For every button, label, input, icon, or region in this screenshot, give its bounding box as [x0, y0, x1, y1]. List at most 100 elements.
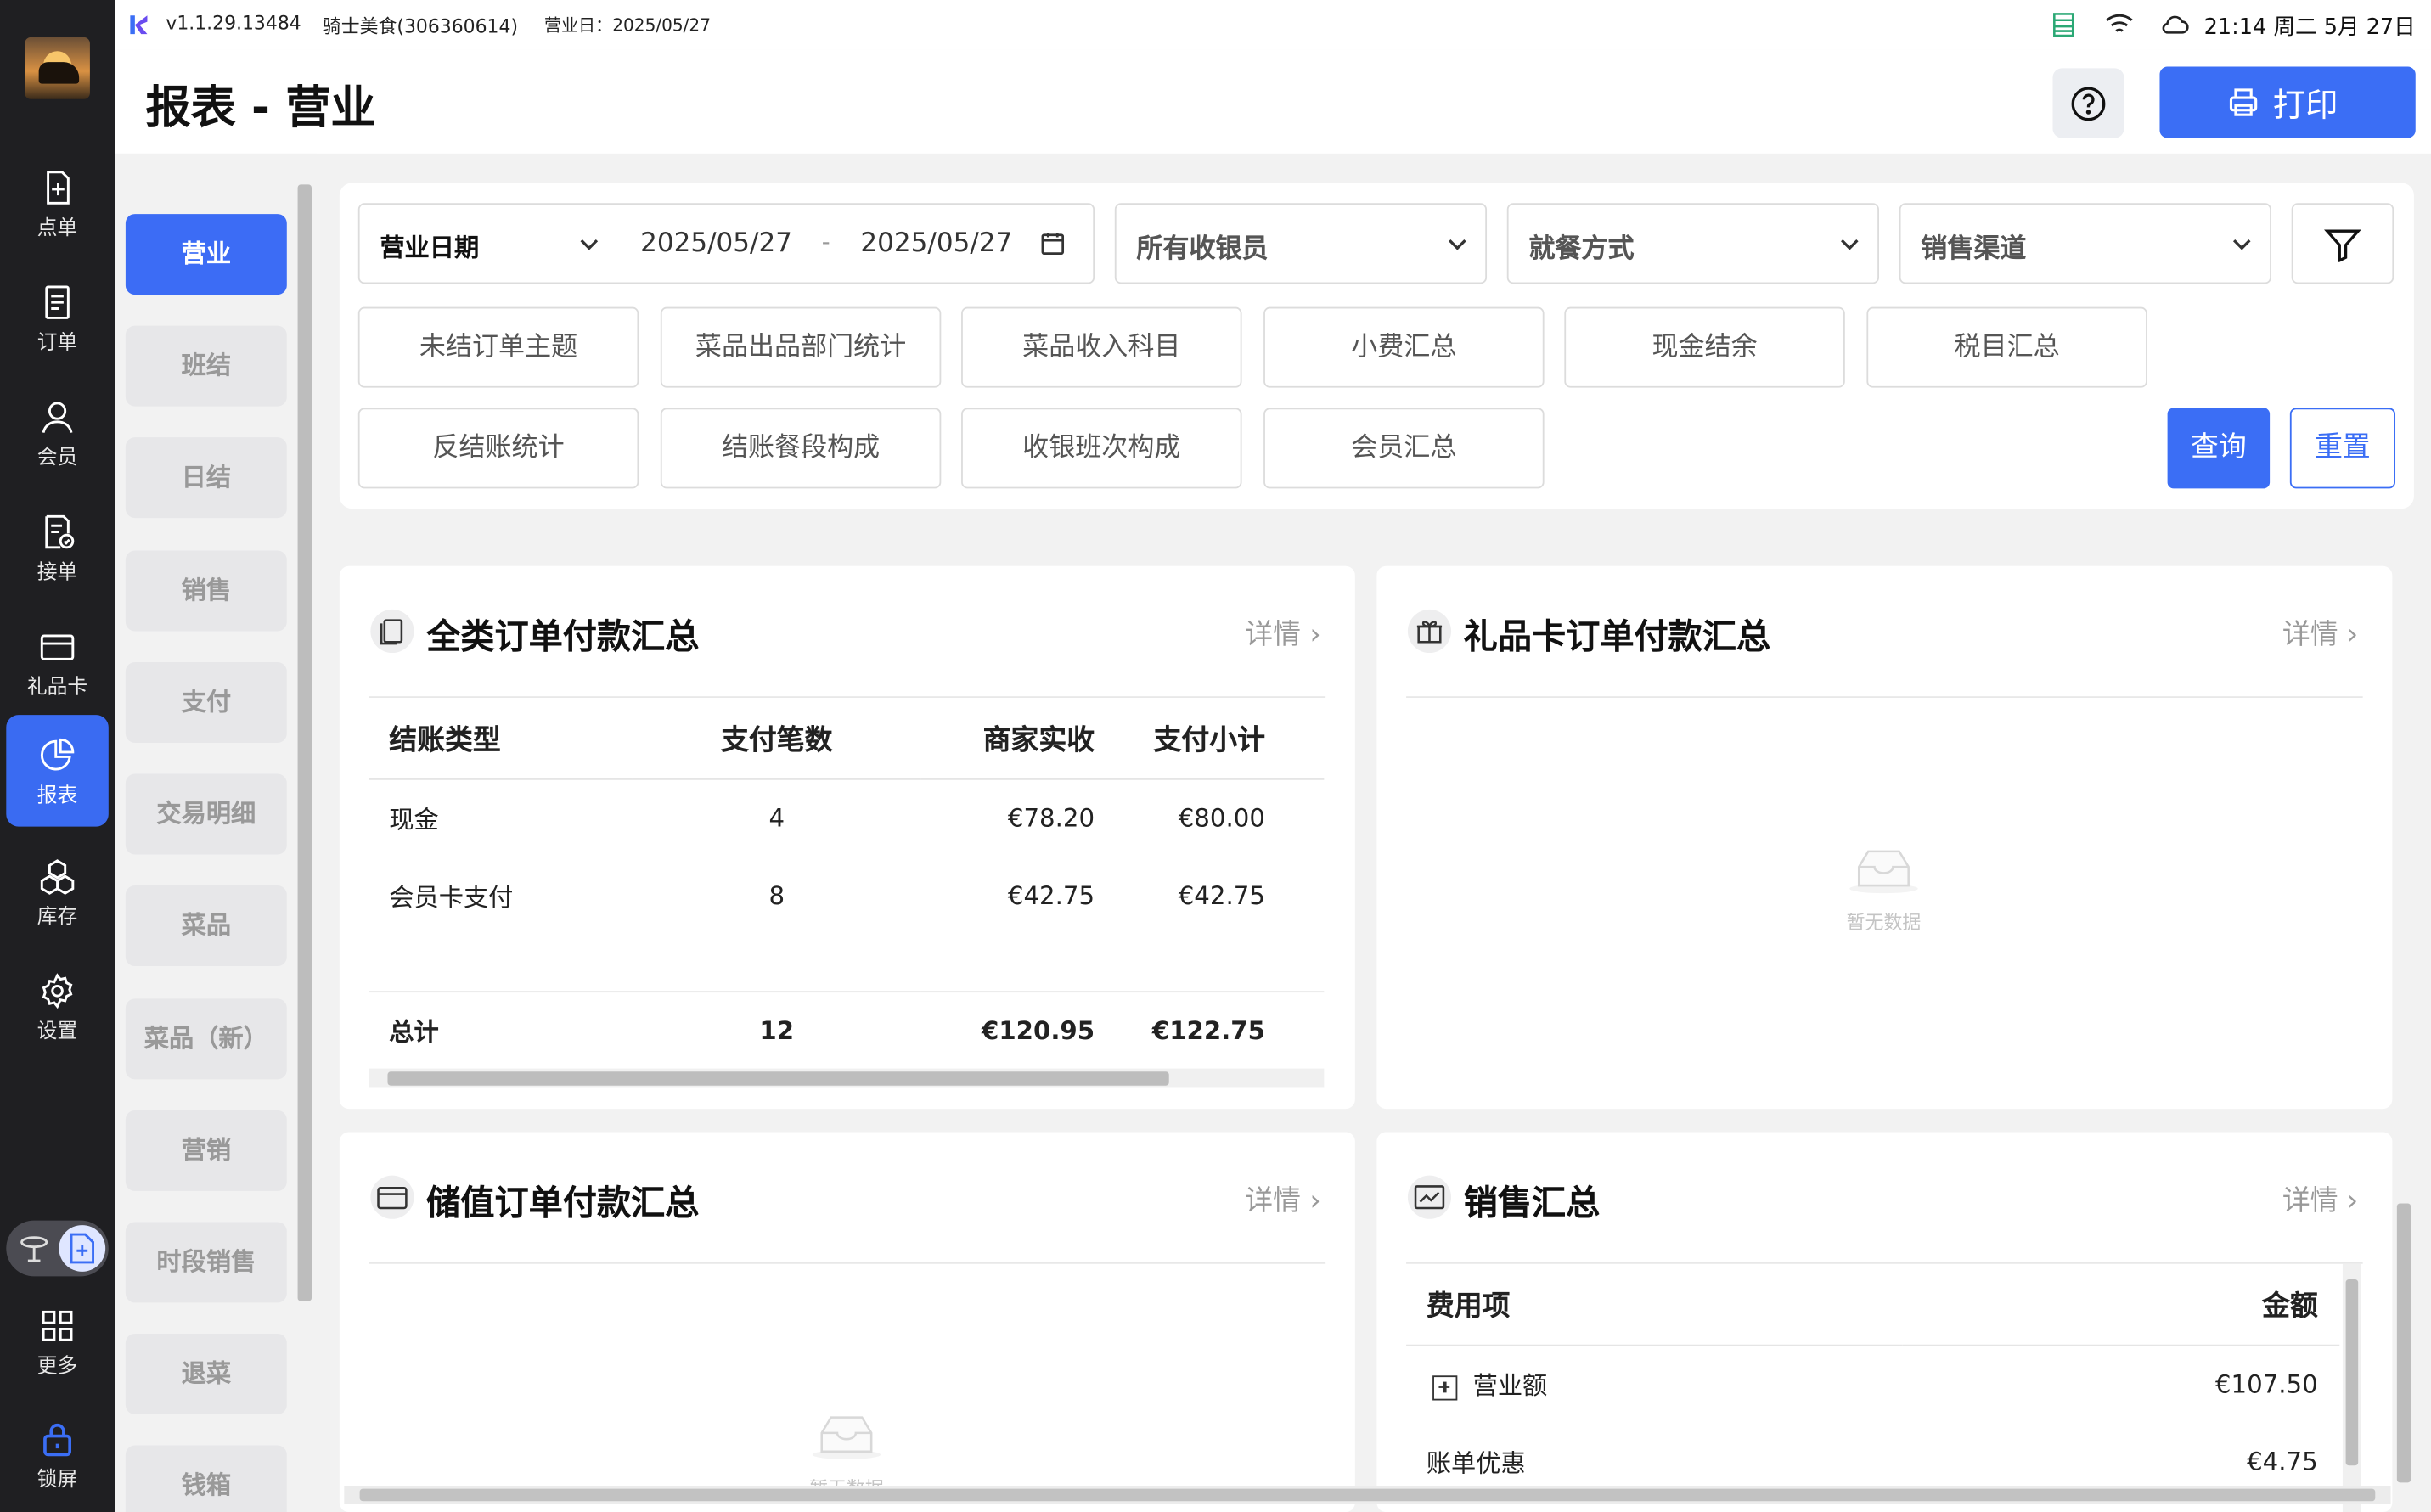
- report-chip[interactable]: 菜品出品部门统计: [660, 306, 942, 388]
- filter-panel: 营业日期 2025/05/27 - 2025/05/27 所有收银员 就餐方式 …: [339, 183, 2414, 509]
- dining-mode-value: 就餐方式: [1528, 233, 1635, 266]
- business-day: 营业日：2025/05/27: [543, 15, 712, 37]
- nav-item-lock[interactable]: 锁屏: [6, 1399, 109, 1508]
- card-title: 销售汇总: [1463, 1184, 1601, 1224]
- sales-channel-value: 销售渠道: [1921, 233, 2027, 266]
- date-to[interactable]: 2025/05/27: [860, 228, 1012, 260]
- table-horizontal-scrollbar[interactable]: [369, 1068, 1325, 1088]
- add-order-icon: [47, 171, 70, 205]
- page-title: 报表 - 营业: [145, 80, 376, 134]
- table-cell: €42.75: [1178, 880, 1265, 910]
- subnav-item-dishes-new[interactable]: 菜品（新）: [125, 998, 287, 1080]
- subnav-item-payment[interactable]: 支付: [125, 662, 287, 743]
- cashier-select[interactable]: 所有收银员: [1114, 203, 1488, 284]
- nav-label: 点单: [37, 216, 78, 241]
- help-button[interactable]: [2052, 68, 2124, 138]
- subnav-item-marketing[interactable]: 营销: [125, 1110, 287, 1191]
- print-label: 打印: [2272, 87, 2338, 125]
- subnav-item-business[interactable]: 营业: [125, 214, 287, 295]
- subnav-item-daily[interactable]: 日结: [125, 437, 287, 519]
- details-link[interactable]: 详情 ›: [1245, 613, 1320, 653]
- print-button[interactable]: 打印: [2159, 66, 2416, 138]
- table-row: 现金 4 €78.20 €80.00: [369, 778, 1325, 856]
- column-header: 结账类型: [369, 698, 633, 779]
- subnav-item-time-sales[interactable]: 时段销售: [125, 1222, 287, 1303]
- calendar-icon[interactable]: [1040, 231, 1065, 256]
- page-vertical-scrollbar[interactable]: [2394, 527, 2412, 1489]
- date-from[interactable]: 2025/05/27: [640, 228, 792, 260]
- report-chip[interactable]: 结账餐段构成: [660, 408, 942, 489]
- empty-inbox-icon: [812, 1416, 881, 1459]
- lock-icon: [43, 1423, 71, 1457]
- details-link[interactable]: 详情 ›: [2282, 613, 2358, 653]
- sales-summary-table: 费用项 金额 营业额 €107.50 账单优惠 €4.75: [1406, 1263, 2340, 1500]
- dining-mode-select[interactable]: 就餐方式: [1506, 203, 1879, 284]
- subnav-item-transactions[interactable]: 交易明细: [125, 773, 287, 855]
- filter-button[interactable]: [2291, 203, 2394, 284]
- date-range-filter[interactable]: 营业日期 2025/05/27 - 2025/05/27: [357, 203, 1095, 284]
- page-horizontal-scrollbar[interactable]: [344, 1485, 2391, 1504]
- accept-order-icon: [45, 514, 75, 549]
- report-chip[interactable]: 税目汇总: [1866, 306, 2147, 388]
- card-title: 全类订单付款汇总: [426, 618, 700, 658]
- funnel-icon: [2324, 229, 2361, 262]
- expand-plus-icon[interactable]: [1432, 1374, 1458, 1401]
- nav-item-orders[interactable]: 订单: [6, 262, 109, 371]
- details-label: 详情: [1245, 618, 1302, 652]
- table-cell: €120.95: [982, 1015, 1095, 1045]
- chevron-right-icon: ›: [1309, 1184, 1321, 1217]
- nav-item-member[interactable]: 会员: [6, 377, 109, 486]
- subnav-scrollbar[interactable]: [297, 184, 312, 1301]
- subnav-item-dishes[interactable]: 菜品: [125, 885, 287, 967]
- left-nav: 点单 订单 会员 接单 礼品卡 报表 库存 设置 更多 锁屏: [0, 0, 115, 1512]
- table-cell: 现金: [389, 805, 439, 835]
- details-link[interactable]: 详情 ›: [2282, 1178, 2358, 1218]
- nav-item-report[interactable]: 报表: [6, 715, 109, 827]
- nav-label: 接单: [37, 561, 78, 585]
- mode-toggle[interactable]: [6, 1220, 109, 1277]
- nav-item-order[interactable]: 点单: [6, 148, 109, 256]
- column-header: 金额: [1902, 1263, 2340, 1346]
- chevron-down-icon: [1841, 239, 1859, 250]
- settings-gear-icon: [42, 973, 73, 1009]
- chevron-right-icon: ›: [1309, 618, 1321, 652]
- subnav-item-sales[interactable]: 销售: [125, 550, 287, 632]
- card-stored-value-payment: 储值订单付款汇总 详情 › 暂无数据: [339, 1132, 1355, 1512]
- nav-item-accept[interactable]: 接单: [6, 492, 109, 600]
- nav-item-more[interactable]: 更多: [6, 1285, 109, 1394]
- query-button[interactable]: 查询: [2167, 408, 2271, 489]
- nav-item-inventory[interactable]: 库存: [6, 836, 109, 945]
- subnav-item-returns[interactable]: 退菜: [125, 1333, 287, 1414]
- table-row[interactable]: 营业额 €107.50: [1406, 1345, 2339, 1422]
- report-chip[interactable]: 现金结余: [1564, 306, 1845, 388]
- table-vertical-scrollbar[interactable]: [2342, 1263, 2361, 1512]
- sales-channel-select[interactable]: 销售渠道: [1899, 203, 2271, 284]
- details-link[interactable]: 详情 ›: [1245, 1178, 1320, 1218]
- report-chip[interactable]: 小费汇总: [1263, 306, 1545, 388]
- empty-inbox-icon: [1849, 850, 1918, 894]
- date-type-select[interactable]: 营业日期: [380, 227, 479, 264]
- table-mode-icon: [20, 1236, 48, 1262]
- printer-icon: [2229, 88, 2258, 116]
- report-chip[interactable]: 会员汇总: [1263, 408, 1545, 489]
- subnav-item-shift[interactable]: 班结: [125, 325, 287, 407]
- fast-food-mode-button[interactable]: [59, 1225, 106, 1272]
- subnav-item-cashbox[interactable]: 钱箱: [125, 1445, 287, 1512]
- divider: [369, 1262, 1326, 1264]
- report-chip[interactable]: 菜品收入科目: [961, 306, 1242, 388]
- table-cell: 总计: [389, 1017, 439, 1048]
- store-logo: [25, 37, 90, 99]
- member-icon: [42, 402, 73, 434]
- store-name: 骑士美食(306360614): [322, 15, 518, 37]
- table-cell: €80.00: [1178, 802, 1265, 833]
- reset-button[interactable]: 重置: [2289, 408, 2396, 489]
- chevron-right-icon: ›: [2347, 618, 2359, 652]
- report-chip[interactable]: 未结订单主题: [357, 306, 639, 388]
- report-chip[interactable]: 收银班次构成: [961, 408, 1242, 489]
- nav-label: 锁屏: [37, 1468, 78, 1492]
- nav-item-giftcard[interactable]: 礼品卡: [6, 606, 109, 715]
- chevron-down-icon: [580, 239, 599, 250]
- nav-item-settings[interactable]: 设置: [6, 951, 109, 1060]
- report-chip[interactable]: 反结账统计: [357, 408, 639, 489]
- table-cell: €107.50: [2214, 1369, 2318, 1399]
